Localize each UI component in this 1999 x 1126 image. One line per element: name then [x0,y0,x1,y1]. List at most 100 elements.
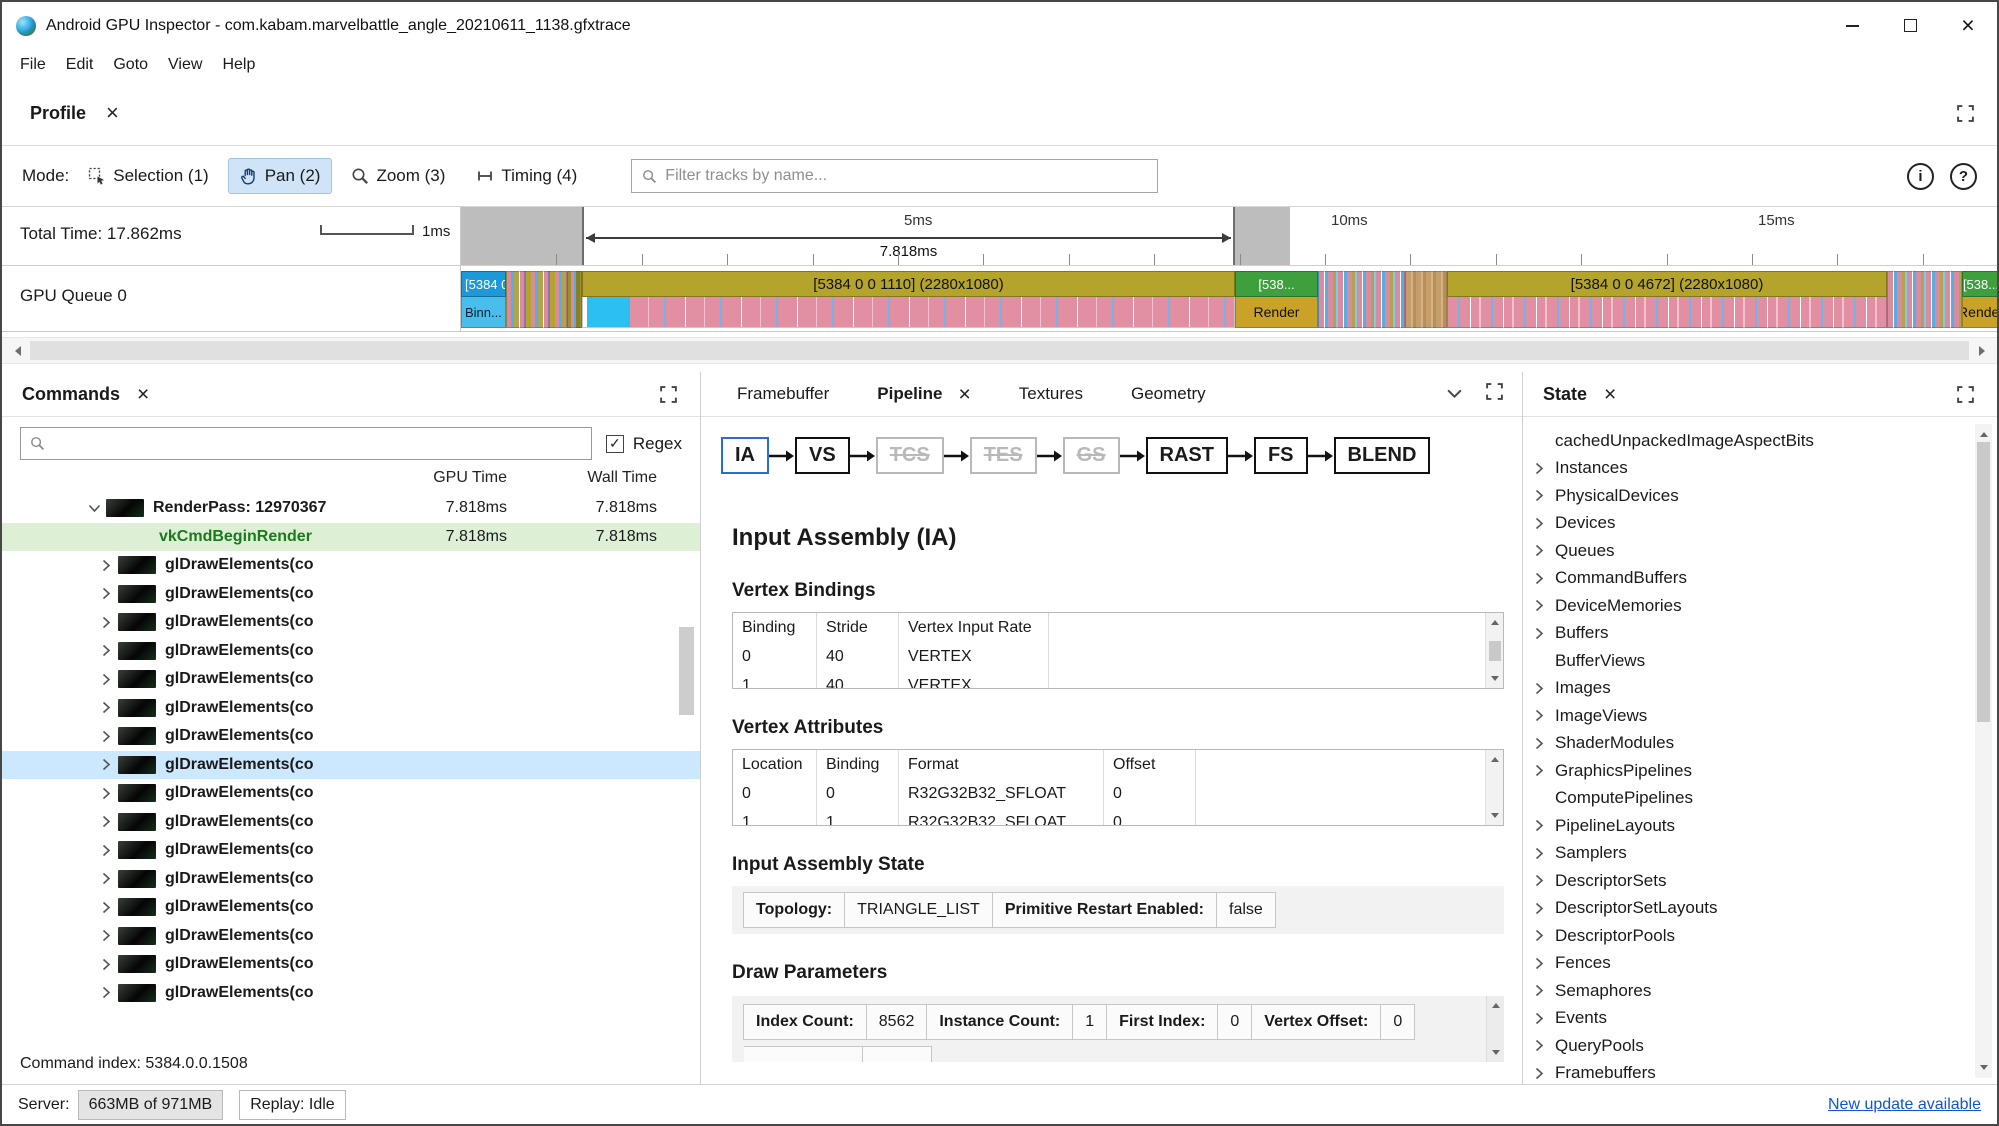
state-item-devicememories[interactable]: DeviceMemories [1523,592,1997,620]
chevron-right-icon[interactable] [98,872,114,885]
more-tabs-button[interactable] [1446,384,1463,404]
chevron-right-icon[interactable] [98,787,114,800]
chevron-right-icon[interactable] [98,644,114,657]
scrollbar-thumb[interactable] [1488,640,1501,661]
state-item-imageviews[interactable]: ImageViews [1523,702,1997,730]
chevron-right-icon[interactable] [98,844,114,857]
track-activity-stripes[interactable] [1887,271,1962,328]
regex-checkbox[interactable]: ✓ [605,434,624,453]
command-row[interactable]: glDrawElements(co [2,665,700,694]
close-icon[interactable]: × [958,384,970,405]
maximize-button[interactable] [1881,2,1939,49]
mode-button-selection[interactable]: Selection (1) [76,158,220,194]
command-row[interactable]: glDrawElements(co [2,608,700,637]
track-slice-render[interactable]: [538... Render [1235,271,1318,328]
help-button[interactable]: ? [1950,162,1977,190]
state-item-physicaldevices[interactable]: PhysicalDevices [1523,482,1997,510]
chevron-right-icon[interactable] [98,901,114,914]
state-item-descriptorsets[interactable]: DescriptorSets [1523,867,1997,895]
pipeline-stage-fs[interactable]: FS [1253,437,1308,474]
command-row[interactable]: glDrawElements(co [2,865,700,894]
fullscreen-button[interactable] [1956,385,1975,404]
timeline-horizontal-scrollbar[interactable] [2,337,1997,364]
command-row[interactable]: glDrawElements(co [2,779,700,808]
command-row[interactable]: RenderPass: 12970367 7.818ms 7.818ms [2,494,700,523]
chevron-right-icon[interactable] [98,958,114,971]
pipeline-stage-ia[interactable]: IA [721,437,769,474]
scroll-down-icon[interactable] [1979,1065,1988,1074]
state-item-instances[interactable]: Instances [1523,455,1997,483]
info-button[interactable]: i [1907,162,1934,190]
scroll-up-icon[interactable] [1491,999,1500,1008]
filter-tracks-input[interactable] [665,167,1148,185]
menu-item-edit[interactable]: Edit [56,52,104,78]
tab-profile[interactable]: Profile × [30,102,119,124]
command-row[interactable]: glDrawElements(co [2,836,700,865]
menu-item-file[interactable]: File [10,52,56,78]
command-row[interactable]: glDrawElements(co [2,950,700,979]
gpu-queue-track[interactable]: [5384 0... Binn... [5384 0 0 1110] (2280… [461,266,1997,332]
close-icon[interactable]: × [106,102,119,124]
gpu-time-column-header[interactable]: GPU Time [433,469,507,487]
table-scrollbar[interactable] [1485,750,1503,825]
pipeline-stage-tcs[interactable]: TCS [875,437,944,474]
command-row[interactable]: glDrawElements(co [2,808,700,837]
command-row[interactable]: glDrawElements(co [2,637,700,666]
pipeline-stage-blend[interactable]: BLEND [1333,437,1431,474]
filter-tracks-input-box[interactable] [631,159,1159,193]
close-button[interactable]: × [1939,2,1997,49]
command-row[interactable]: vkCmdBeginRender 7.818ms 7.818ms [2,522,700,551]
pipeline-stage-gs[interactable]: GS [1062,437,1120,474]
command-row[interactable]: glDrawElements(co [2,580,700,609]
state-item-queues[interactable]: Queues [1523,537,1997,565]
state-item-querypools[interactable]: QueryPools [1523,1032,1997,1060]
table-scrollbar[interactable] [1485,613,1503,688]
chevron-right-icon[interactable] [98,673,114,686]
state-item-descriptorsetlayouts[interactable]: DescriptorSetLayouts [1523,895,1997,923]
track-activity-stripes[interactable] [506,271,567,328]
track-slice-binning[interactable]: [5384 0... Binn... [461,271,506,328]
command-row[interactable]: glDrawElements(co [2,722,700,751]
chevron-down-icon[interactable] [86,504,102,513]
tab-pipeline[interactable]: Pipeline × [865,384,982,405]
state-item-shadermodules[interactable]: ShaderModules [1523,730,1997,758]
tab-framebuffer[interactable]: Framebuffer [725,384,841,404]
tab-textures[interactable]: Textures [1007,384,1095,404]
command-row[interactable]: glDrawElements(co [2,551,700,580]
commands-tab-label[interactable]: Commands [22,384,120,405]
close-icon[interactable]: × [1604,384,1616,405]
scroll-left-button[interactable] [2,338,28,363]
track-activity-stripes[interactable] [1405,271,1447,328]
commands-scrollbar-thumb[interactable] [679,627,694,715]
chevron-right-icon[interactable] [98,986,114,999]
chevron-right-icon[interactable] [98,701,114,714]
pipeline-stage-tes[interactable]: TES [969,437,1037,474]
chevron-right-icon[interactable] [98,730,114,743]
command-row[interactable]: glDrawElements(co [2,922,700,951]
command-row[interactable]: glDrawElements(co [2,694,700,723]
scroll-right-button[interactable] [1971,338,1997,363]
state-item-devices[interactable]: Devices [1523,510,1997,538]
pipeline-stage-vs[interactable]: VS [795,437,850,474]
table-scrollbar[interactable] [1486,996,1504,1062]
menu-item-goto[interactable]: Goto [103,52,158,78]
state-item-events[interactable]: Events [1523,1005,1997,1033]
state-item-framebuffers[interactable]: Framebuffers [1523,1060,1997,1085]
chevron-right-icon[interactable] [98,616,114,629]
command-row[interactable]: glDrawElements(co [2,893,700,922]
command-row[interactable]: glDrawElements(co [2,750,700,779]
state-item-graphicspipelines[interactable]: GraphicsPipelines [1523,757,1997,785]
timeline-ruler[interactable]: 7.818ms 5ms 10ms 15ms [461,207,1997,265]
close-icon[interactable]: × [137,384,149,405]
state-item-pipelinelayouts[interactable]: PipelineLayouts [1523,812,1997,840]
menu-item-view[interactable]: View [158,52,212,78]
fullscreen-button[interactable] [659,385,678,404]
track-slice-render-end[interactable]: [538... Render [1962,271,1997,328]
scrollbar-thumb[interactable] [1977,442,1990,722]
minimize-button[interactable] [1823,2,1881,49]
chevron-right-icon[interactable] [98,587,114,600]
scroll-up-icon[interactable] [1490,753,1499,762]
state-item-images[interactable]: Images [1523,675,1997,703]
scroll-down-icon[interactable] [1490,676,1499,685]
update-available-link[interactable]: New update available [1828,1096,1981,1114]
